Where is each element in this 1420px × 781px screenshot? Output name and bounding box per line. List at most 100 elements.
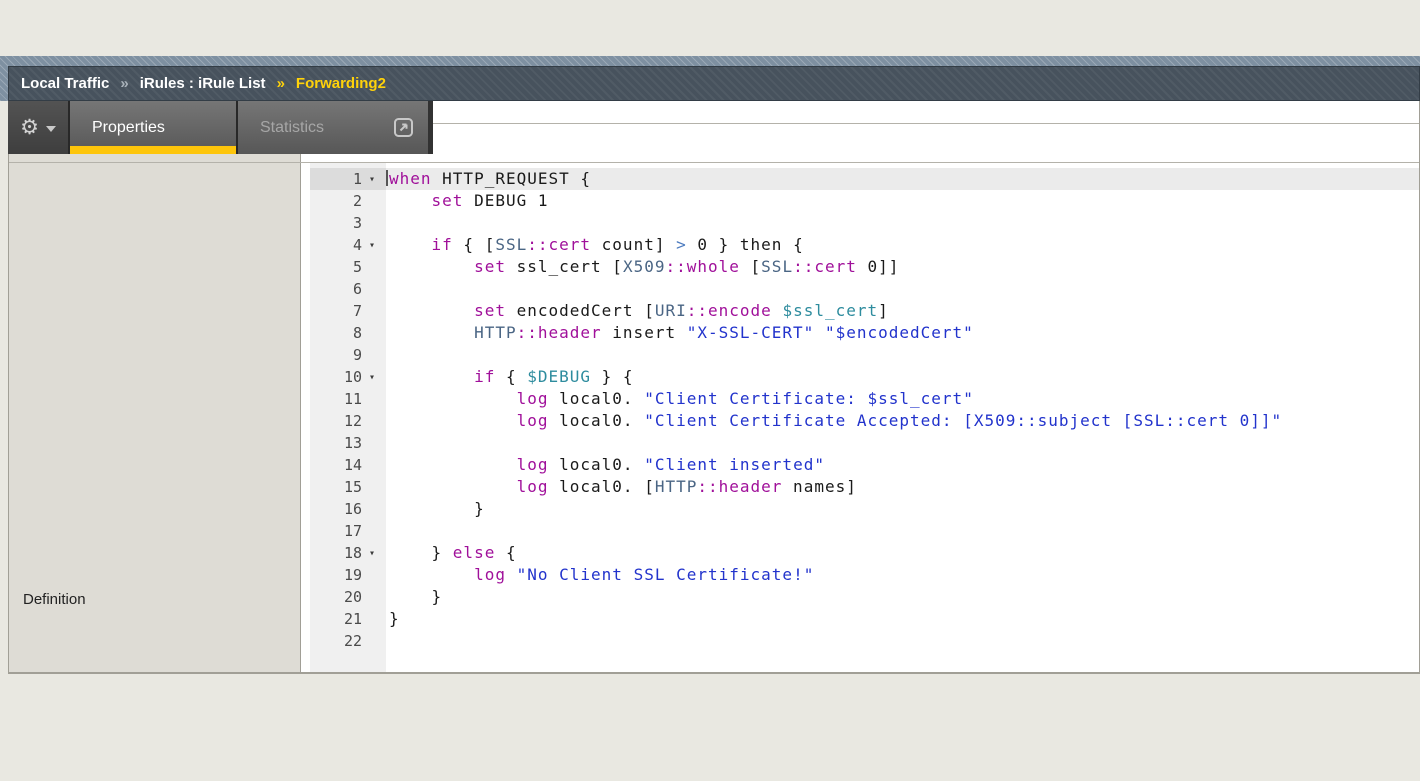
gutter-line: 19 [310, 564, 386, 586]
code-line[interactable] [386, 344, 1419, 366]
code-token: ] [878, 301, 889, 320]
code-line[interactable]: set encodedCert [URI::encode $ssl_cert] [386, 300, 1419, 322]
gutter-line: 18▾ [310, 542, 386, 564]
gutter-line: 21 [310, 608, 386, 630]
code-line[interactable] [386, 630, 1419, 652]
code-token: SSL [761, 257, 793, 276]
code-line[interactable]: } [386, 586, 1419, 608]
breadcrumb: Local Traffic » iRules : iRule List » Fo… [8, 66, 1420, 101]
definition-label: Definition [9, 163, 301, 672]
code-token [389, 301, 474, 320]
code-line[interactable]: } [386, 608, 1419, 630]
line-number: 17 [310, 522, 362, 540]
code-token [506, 565, 517, 584]
code-token: local0. [ [549, 477, 655, 496]
line-number: 1 [310, 170, 362, 188]
code-line[interactable]: HTTP::header insert "X-SSL-CERT" "$encod… [386, 322, 1419, 344]
code-token: local0. [549, 455, 645, 474]
code-token: else [453, 543, 496, 562]
breadcrumb-page-link[interactable]: iRules : iRule List [140, 75, 266, 92]
code-line[interactable]: set DEBUG 1 [386, 190, 1419, 212]
code-token: names] [782, 477, 856, 496]
active-tab-indicator [70, 146, 236, 154]
code-token: local0. [549, 411, 645, 430]
code-line[interactable] [386, 278, 1419, 300]
code-line[interactable]: } [386, 498, 1419, 520]
gutter-line: 17 [310, 520, 386, 542]
code-token: 0]] [857, 257, 900, 276]
fold-toggle-icon[interactable]: ▾ [362, 372, 382, 383]
line-number: 6 [310, 280, 362, 298]
partition-path-value: Common [301, 124, 1419, 162]
line-number: 11 [310, 390, 362, 408]
code-token: [ [740, 257, 761, 276]
code-token: { [ [453, 235, 496, 254]
code-token: set [474, 257, 506, 276]
tab-bar: ⚙ Properties Statistics [8, 101, 433, 154]
code-token: HTTP [655, 477, 698, 496]
code-token [389, 323, 474, 342]
line-number: 15 [310, 478, 362, 496]
code-token: ::whole [665, 257, 739, 276]
line-number: 22 [310, 632, 362, 650]
code-token: SSL [495, 235, 527, 254]
code-line[interactable]: when HTTP_REQUEST { [386, 168, 1419, 190]
code-line[interactable]: log local0. "Client inserted" [386, 454, 1419, 476]
tab-statistics-label: Statistics [260, 119, 324, 137]
code-line[interactable]: log local0. [HTTP::header names] [386, 476, 1419, 498]
gutter-line: 1▾ [310, 168, 386, 190]
tab-properties-label: Properties [92, 119, 165, 137]
code-token: count] [591, 235, 676, 254]
definition-cell: 1▾234▾5678910▾1112131415161718▾19202122 … [301, 163, 1419, 672]
code-token: ::cert [793, 257, 857, 276]
table-row-definition: Definition 1▾234▾5678910▾111213141516171… [9, 163, 1419, 673]
line-number: 4 [310, 236, 362, 254]
code-line[interactable] [386, 520, 1419, 542]
code-line[interactable]: set ssl_cert [X509::whole [SSL::cert 0]] [386, 256, 1419, 278]
code-token: 0 } then { [687, 235, 804, 254]
code-line[interactable]: if { $DEBUG } { [386, 366, 1419, 388]
code-token: encodedCert [ [506, 301, 655, 320]
code-token: local0. [549, 389, 645, 408]
gutter-line: 2 [310, 190, 386, 212]
gear-menu-button[interactable]: ⚙ [8, 101, 70, 154]
code-token: { [495, 543, 516, 562]
tab-properties[interactable]: Properties [70, 101, 238, 154]
code-token: ::header [697, 477, 782, 496]
code-line[interactable] [386, 432, 1419, 454]
code-token: "$encodedCert" [825, 323, 974, 342]
fold-toggle-icon[interactable]: ▾ [362, 240, 382, 251]
breadcrumb-section: Local Traffic [21, 75, 109, 92]
tab-statistics[interactable]: Statistics [238, 101, 428, 154]
fold-toggle-icon[interactable]: ▾ [362, 548, 382, 559]
line-number: 13 [310, 434, 362, 452]
code-token: ::header [517, 323, 602, 342]
breadcrumb-separator-icon: » [277, 75, 285, 92]
code-line[interactable]: if { [SSL::cert count] > 0 } then { [386, 234, 1419, 256]
gutter-line: 6 [310, 278, 386, 300]
gear-icon: ⚙ [20, 117, 39, 138]
code-line[interactable]: log local0. "Client Certificate Accepted… [386, 410, 1419, 432]
properties-table: Name Forwarding2 Partition / Path Common… [8, 84, 1420, 674]
code-token: } [389, 499, 485, 518]
code-token: } { [591, 367, 634, 386]
code-token [389, 455, 517, 474]
code-token: ::encode [687, 301, 772, 320]
code-token: set [474, 301, 506, 320]
irule-code-editor[interactable]: 1▾234▾5678910▾1112131415161718▾19202122 … [301, 163, 1419, 672]
line-number: 2 [310, 192, 362, 210]
code-line[interactable]: log "No Client SSL Certificate!" [386, 564, 1419, 586]
line-number: 7 [310, 302, 362, 320]
code-token: X509 [623, 257, 666, 276]
line-number: 8 [310, 324, 362, 342]
breadcrumb-separator-icon: » [120, 75, 128, 92]
code-line[interactable]: log local0. "Client Certificate: $ssl_ce… [386, 388, 1419, 410]
gutter-line: 3 [310, 212, 386, 234]
code-area[interactable]: when HTTP_REQUEST { set DEBUG 1 if { [SS… [386, 163, 1419, 672]
fold-toggle-icon[interactable]: ▾ [362, 174, 382, 185]
code-token: "Client Certificate Accepted: [X509::sub… [644, 411, 1282, 430]
code-token: "No Client SSL Certificate!" [517, 565, 815, 584]
code-line[interactable] [386, 212, 1419, 234]
code-line[interactable]: } else { [386, 542, 1419, 564]
gutter-line: 22 [310, 630, 386, 652]
